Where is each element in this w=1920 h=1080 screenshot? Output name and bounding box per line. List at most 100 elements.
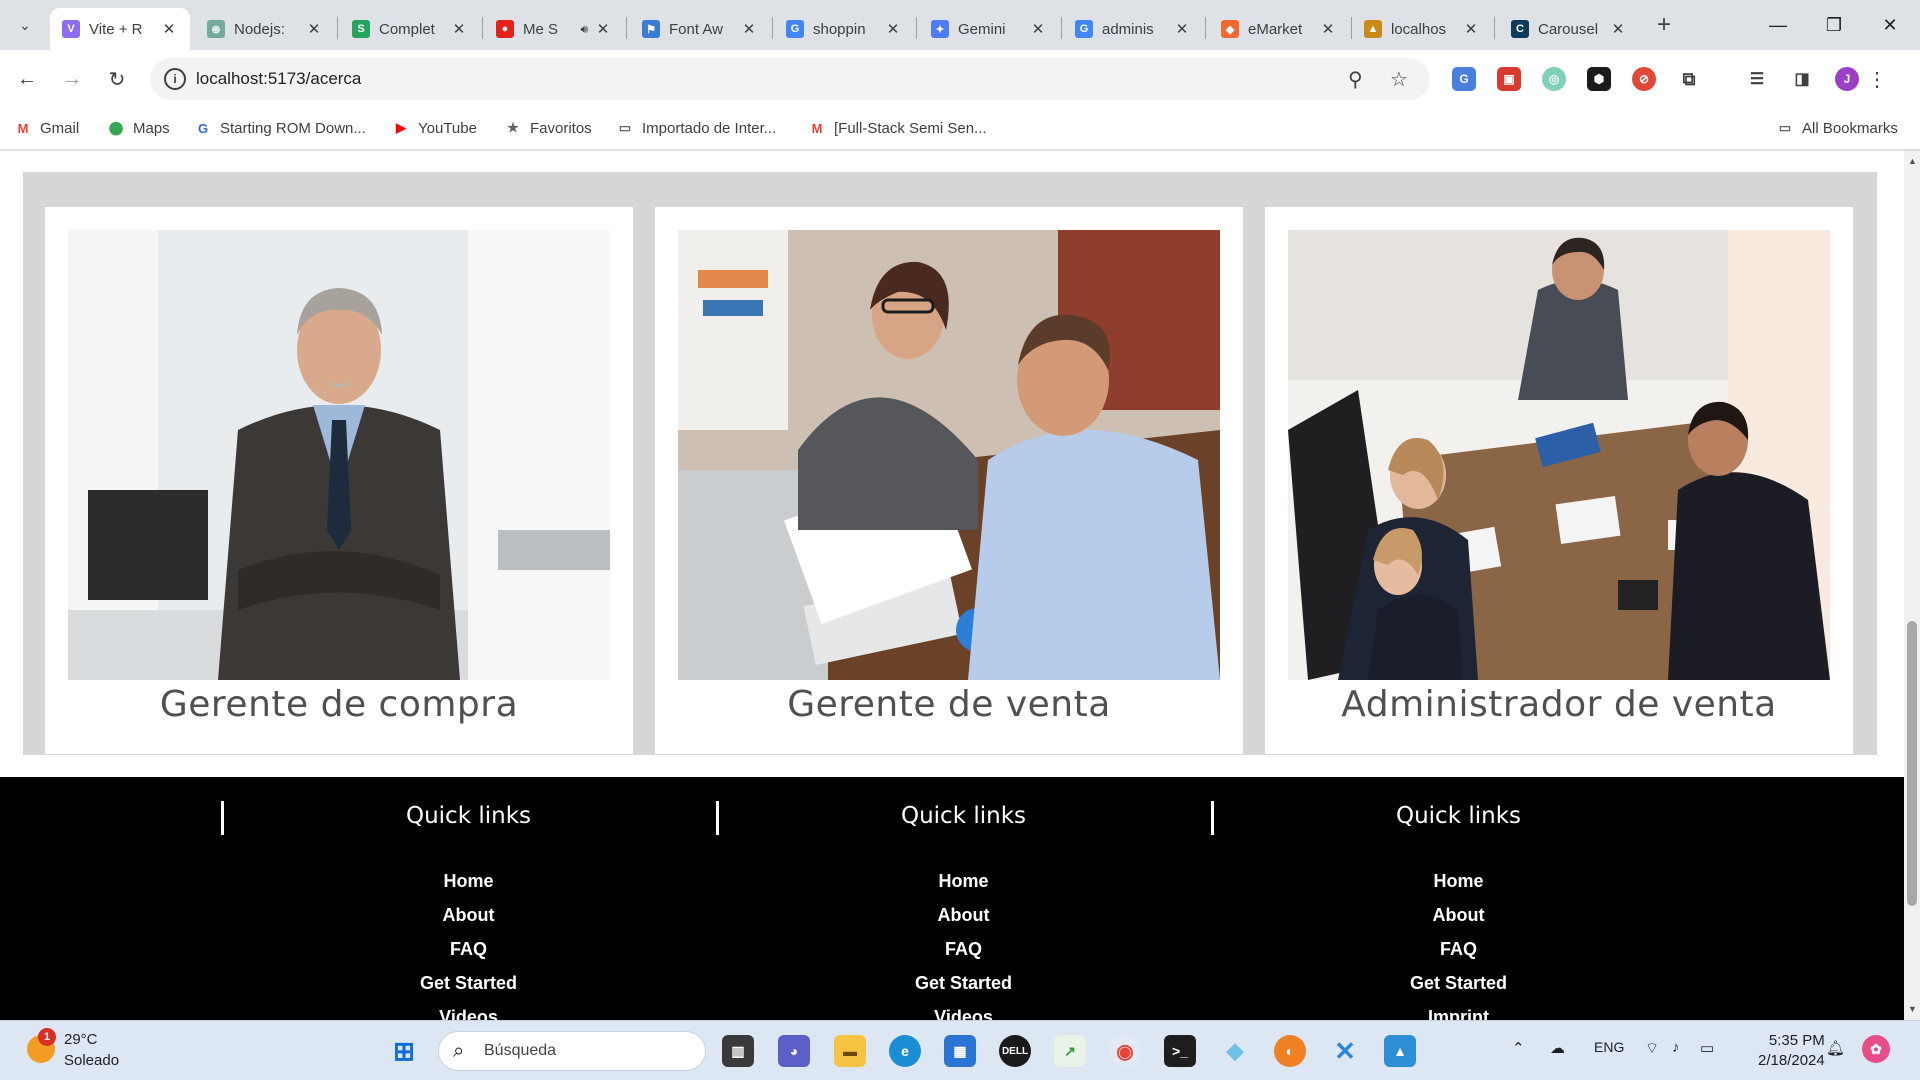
footer-link[interactable]: Home	[1211, 871, 1706, 905]
footer-link[interactable]: About	[221, 905, 716, 939]
close-tab-icon[interactable]: ✕	[740, 20, 758, 38]
extension-green-icon[interactable]: ◎	[1542, 67, 1566, 91]
bookmark-item[interactable]: M [Full-Stack Semi Sen...	[808, 116, 987, 140]
bookmark-item[interactable]: ▶ YouTube	[392, 116, 477, 140]
notification-bell-icon[interactable]: 🔔︎	[1826, 1039, 1845, 1057]
browser-tab[interactable]: V Vite + R ✕	[50, 8, 190, 50]
battery-icon[interactable]: ▭	[1700, 1039, 1714, 1057]
vscode-icon[interactable]: ✕	[1329, 1035, 1361, 1067]
close-tab-icon[interactable]: ✕	[1029, 20, 1047, 38]
photo-app-icon[interactable]: ▲	[1384, 1035, 1416, 1067]
close-tab-icon[interactable]: ✕	[1609, 20, 1627, 38]
bookmark-item[interactable]: M Gmail	[14, 116, 80, 140]
close-window-button[interactable]: ✕	[1862, 0, 1918, 50]
edge-browser-icon[interactable]: e	[889, 1035, 921, 1067]
footer-link[interactable]: Get Started	[221, 973, 716, 1007]
footer-link[interactable]: Videos	[221, 1007, 716, 1020]
browser-tab[interactable]: ● Me S 🔊︎ ✕	[484, 8, 624, 50]
taskbar-search[interactable]: ⌕ Búsqueda	[438, 1031, 706, 1071]
weather-description[interactable]: Soleado	[64, 1052, 119, 1069]
microsoft-store-icon[interactable]: ▦	[944, 1035, 976, 1067]
teams-chat-icon[interactable]: ◕	[778, 1035, 810, 1067]
browser-tab[interactable]: ⊛ Nodejs: ✕	[195, 8, 335, 50]
bookmark-item[interactable]: ★ Favoritos	[504, 116, 592, 140]
close-tab-icon[interactable]: ✕	[450, 20, 468, 38]
address-url[interactable]: localhost:5173/acerca	[196, 69, 361, 89]
close-tab-icon[interactable]: ✕	[1319, 20, 1337, 38]
speaker-icon[interactable]: 🔊︎	[580, 22, 588, 37]
tab-search-button[interactable]: ⌄	[9, 10, 41, 40]
close-tab-icon[interactable]: ✕	[160, 20, 178, 38]
dell-icon[interactable]: DELL	[999, 1035, 1031, 1067]
weather-temperature[interactable]: 29°C	[64, 1031, 98, 1048]
bookmark-item[interactable]: ⬤ Maps	[107, 116, 170, 140]
copilot-icon[interactable]: ✿	[1862, 1035, 1890, 1063]
bookmark-item[interactable]: ▭ Importado de Inter...	[616, 116, 776, 140]
side-panel-icon[interactable]: ◨	[1790, 67, 1814, 91]
footer-link[interactable]: FAQ	[221, 939, 716, 973]
browser-tab[interactable]: ◆ eMarket ✕	[1209, 8, 1349, 50]
browser-tab[interactable]: Gshoppin ✕	[774, 8, 914, 50]
extension-blocker-icon[interactable]: ⊘	[1632, 67, 1656, 91]
scroll-up-icon[interactable]: ▲	[1908, 156, 1917, 166]
chrome-icon[interactable]: ◉	[1109, 1035, 1141, 1067]
scroll-down-icon[interactable]: ▼	[1908, 1004, 1917, 1014]
close-tab-icon[interactable]: ✕	[884, 20, 902, 38]
browser-tab[interactable]: S Complet ✕	[340, 8, 480, 50]
reading-list-icon[interactable]: ☰	[1745, 67, 1769, 91]
more-vertical-icon: ⋮	[1867, 68, 1887, 91]
extension-red-icon[interactable]: ▣	[1497, 67, 1521, 91]
windows-start-icon[interactable]: ⊞	[388, 1035, 420, 1067]
language-indicator[interactable]: ENG	[1594, 1039, 1624, 1055]
extension-cube-icon[interactable]: ⬢	[1587, 67, 1611, 91]
system-clock[interactable]: 5:35 PM 2/18/2024	[1758, 1031, 1825, 1071]
terminal-icon[interactable]: >_	[1164, 1035, 1196, 1067]
forward-button[interactable]: →	[55, 62, 89, 96]
back-button[interactable]: ←	[10, 62, 44, 96]
restore-button[interactable]: ❐	[1806, 0, 1862, 50]
profile-avatar[interactable]: J	[1835, 67, 1859, 91]
browser-tab[interactable]: Gadminis ✕	[1063, 8, 1203, 50]
browser-tab[interactable]: C Carousel ✕	[1499, 8, 1639, 50]
chevron-up-icon[interactable]: ⌃	[1512, 1039, 1525, 1057]
close-tab-icon[interactable]: ✕	[594, 20, 612, 38]
browser-tab[interactable]: ⚑ Font Aw ✕	[630, 8, 770, 50]
address-bar[interactable]: i localhost:5173/acerca ⚲ ☆	[150, 58, 1430, 100]
footer-link[interactable]: About	[716, 905, 1211, 939]
browser-tab[interactable]: ▲ localhos ✕	[1352, 8, 1492, 50]
footer-link[interactable]: Home	[221, 871, 716, 905]
orange-app-icon[interactable]: ◐	[1274, 1035, 1306, 1067]
close-tab-icon[interactable]: ✕	[305, 20, 323, 38]
footer-link[interactable]: Imprint	[1211, 1007, 1706, 1020]
close-tab-icon[interactable]: ✕	[1462, 20, 1480, 38]
browser-tab[interactable]: ✦ Gemini ✕	[919, 8, 1059, 50]
footer-link[interactable]: Get Started	[716, 973, 1211, 1007]
minimize-button[interactable]: —	[1750, 0, 1806, 50]
footer-link[interactable]: Get Started	[1211, 973, 1706, 1007]
footer-link[interactable]: Home	[716, 871, 1211, 905]
scroll-thumb[interactable]	[1907, 621, 1917, 906]
reload-button[interactable]: ↻	[100, 62, 134, 96]
footer-link[interactable]: About	[1211, 905, 1706, 939]
footer-link[interactable]: Videos	[716, 1007, 1211, 1020]
page-scrollbar[interactable]: ▲ ▼	[1904, 151, 1920, 1020]
close-tab-icon[interactable]: ✕	[1173, 20, 1191, 38]
all-bookmarks-button[interactable]: ▭ All Bookmarks	[1776, 116, 1898, 140]
site-info-icon[interactable]: i	[164, 68, 186, 90]
bookmark-item[interactable]: G Starting ROM Down...	[194, 116, 366, 140]
zoom-icon[interactable]: ⚲	[1348, 67, 1363, 92]
browser-menu-button[interactable]: ⋮	[1860, 62, 1894, 96]
volume-icon[interactable]: ♪	[1672, 1039, 1680, 1056]
wifi-icon[interactable]: ⌔	[1645, 1039, 1659, 1058]
task-view-icon[interactable]: ▥	[722, 1035, 754, 1067]
extensions-puzzle-icon[interactable]: ⧉	[1677, 67, 1701, 91]
footer-link[interactable]: FAQ	[1211, 939, 1706, 973]
cloud-icon[interactable]: ☁	[1550, 1039, 1565, 1057]
translate-extension-icon[interactable]: G	[1452, 67, 1476, 91]
gem-app-icon[interactable]: ◆	[1219, 1035, 1251, 1067]
stock-chart-icon[interactable]: ↗	[1054, 1035, 1086, 1067]
bookmark-star-icon[interactable]: ☆	[1390, 67, 1408, 92]
footer-link[interactable]: FAQ	[716, 939, 1211, 973]
file-explorer-icon[interactable]: ▬	[834, 1035, 866, 1067]
new-tab-button[interactable]: +	[1650, 12, 1678, 40]
